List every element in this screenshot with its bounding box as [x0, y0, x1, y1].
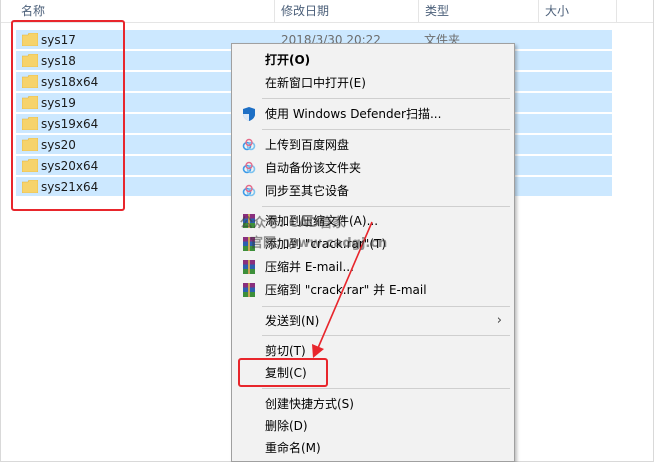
- baidu-cloud-icon: [242, 138, 256, 151]
- column-extra-header: [616, 0, 652, 22]
- watermark-line2: 官网: www.cadgj.cn: [250, 236, 388, 251]
- menu-item-label: 自动备份该文件夹: [265, 161, 362, 175]
- menu-item-compress-crack-email[interactable]: 压缩到 "crack.rar" 并 E-mail: [232, 279, 514, 301]
- menu-item-auto-backup[interactable]: 自动备份该文件夹: [232, 157, 514, 179]
- menu-item-label: 上传到百度网盘: [265, 138, 350, 152]
- menu-separator: [262, 388, 510, 389]
- menu-item-sync-device[interactable]: 同步至其它设备: [232, 180, 514, 202]
- menu-item-label: 同步至其它设备: [265, 184, 350, 198]
- menu-item-create-shortcut[interactable]: 创建快捷方式(S): [232, 393, 514, 415]
- menu-item-rename[interactable]: 重命名(M): [232, 437, 514, 459]
- winrar-icon: [243, 260, 255, 274]
- menu-item-open-new-window[interactable]: 在新窗口中打开(E): [232, 72, 514, 94]
- menu-item-label: 打开(O): [265, 53, 311, 67]
- baidu-cloud-icon: [242, 184, 256, 197]
- menu-item-label: 压缩到 "crack.rar" 并 E-mail: [265, 283, 427, 297]
- menu-item-defender-scan[interactable]: 使用 Windows Defender扫描...: [232, 103, 514, 125]
- annotation-box-folders: [11, 20, 125, 211]
- menu-item-label: 发送到(N): [265, 314, 320, 328]
- chevron-right-icon: ›: [496, 313, 502, 328]
- menu-item-label: 创建快捷方式(S): [265, 397, 354, 411]
- menu-item-label: 重命名(M): [265, 441, 321, 455]
- menu-item-delete[interactable]: 删除(D): [232, 415, 514, 437]
- menu-item-label: 压缩并 E-mail...: [265, 260, 354, 274]
- menu-separator: [262, 129, 510, 130]
- menu-item-open[interactable]: 打开(O): [232, 49, 514, 71]
- menu-separator: [262, 98, 510, 99]
- menu-item-compress-email[interactable]: 压缩并 E-mail...: [232, 256, 514, 278]
- menu-separator: [262, 335, 510, 336]
- menu-item-label: 在新窗口中打开(E): [265, 76, 366, 90]
- column-name-header[interactable]: 名称: [15, 0, 273, 22]
- column-size-header[interactable]: 大小: [538, 0, 616, 22]
- menu-item-label: 使用 Windows Defender扫描...: [265, 107, 442, 121]
- column-type-header[interactable]: 类型: [418, 0, 538, 22]
- column-date-header[interactable]: 修改日期: [274, 0, 418, 22]
- annotation-box-copy: [238, 358, 328, 387]
- watermark-line1: 公众号: CAD管家: [240, 216, 346, 231]
- shield-icon: [243, 107, 255, 121]
- menu-separator: [262, 306, 510, 307]
- menu-item-label: 删除(D): [265, 419, 308, 433]
- context-menu: 打开(O) 在新窗口中打开(E) 使用 Windows Defender扫描..…: [231, 43, 515, 462]
- menu-item-send-to[interactable]: 发送到(N) ›: [232, 310, 514, 332]
- menu-item-upload-baidu[interactable]: 上传到百度网盘: [232, 134, 514, 156]
- menu-separator: [262, 206, 510, 207]
- winrar-icon: [243, 283, 255, 297]
- baidu-cloud-icon: [242, 161, 256, 174]
